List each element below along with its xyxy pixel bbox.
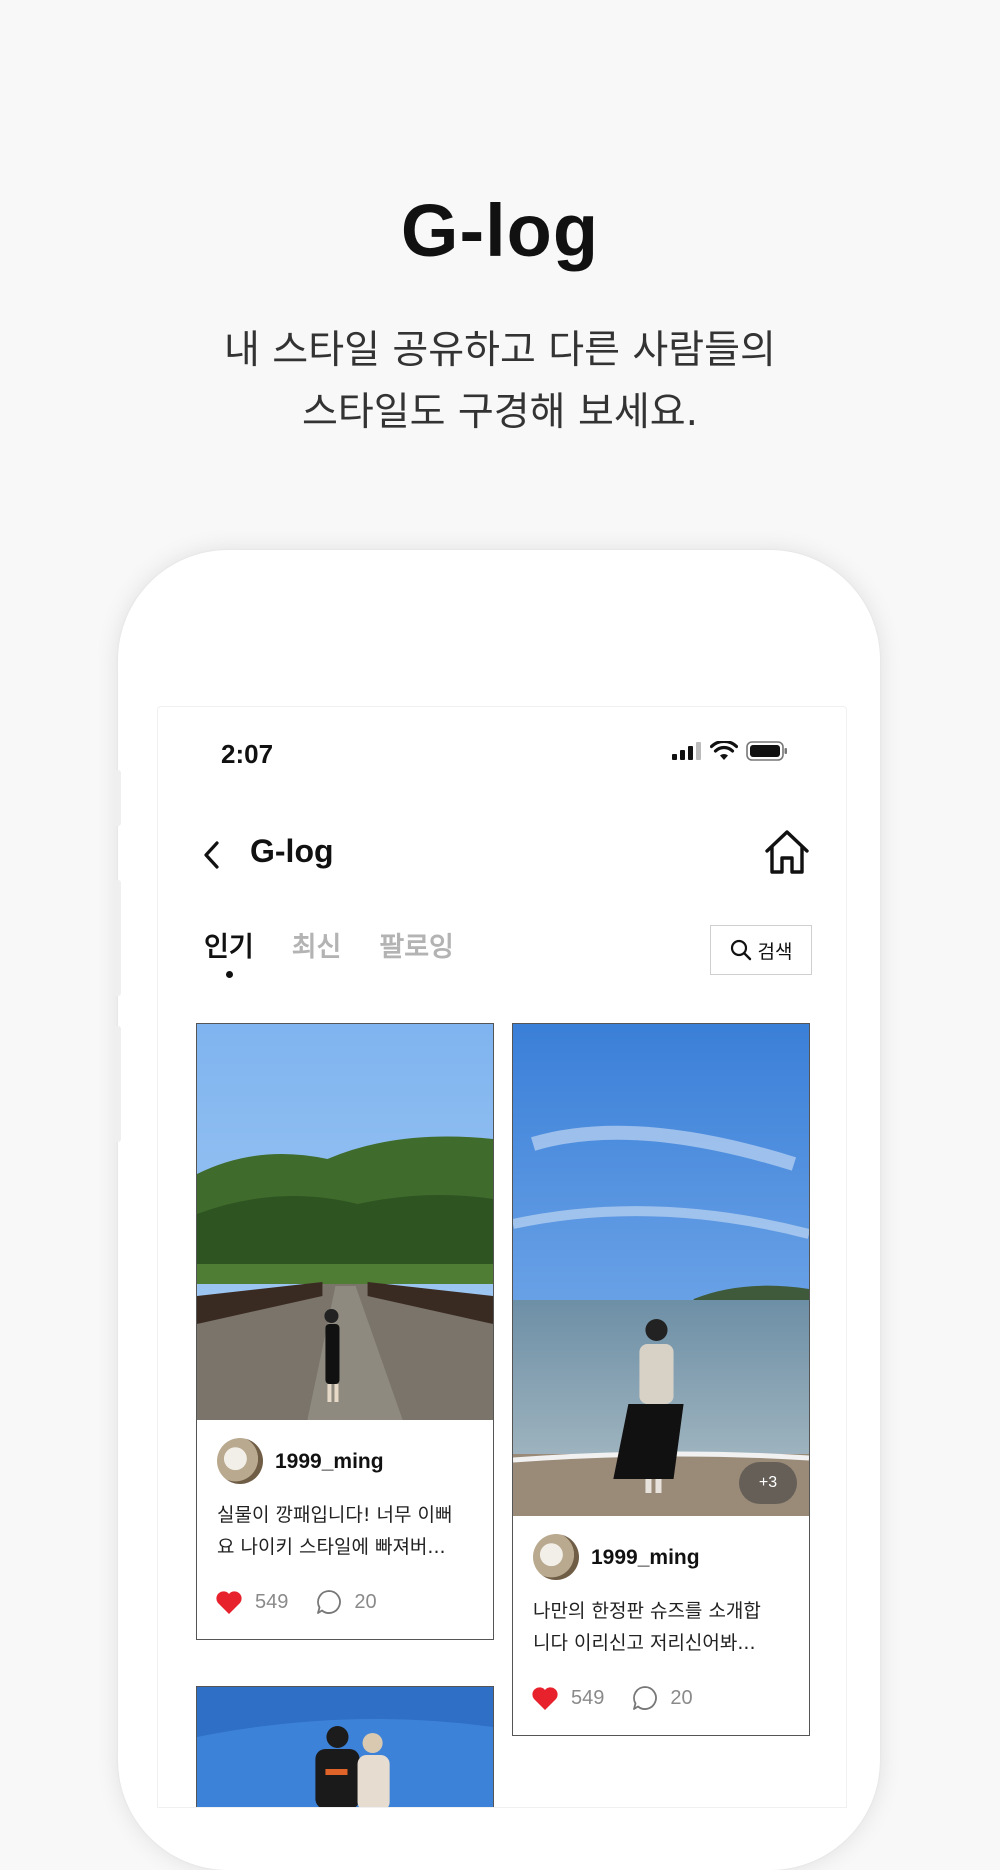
tab-popular[interactable]: 인기 bbox=[204, 925, 254, 978]
home-button[interactable] bbox=[762, 827, 812, 877]
tab-following-label: 팔로잉 bbox=[379, 932, 454, 963]
hero-subtitle-line-1: 내 스타일 공유하고 다른 사람들의 bbox=[224, 328, 776, 373]
comment-icon[interactable] bbox=[632, 1685, 658, 1711]
status-time: 2:07 bbox=[221, 739, 274, 769]
like-count: 549 bbox=[255, 1590, 289, 1613]
chevron-left-icon bbox=[204, 841, 219, 869]
heart-icon[interactable] bbox=[215, 1590, 243, 1615]
tab-bar: 인기 최신 팔로잉 bbox=[204, 925, 492, 978]
app-title: G-log bbox=[250, 833, 334, 869]
hero-subtitle: 내 스타일 공유하고 다른 사람들의 스타일도 구경해 보세요. bbox=[0, 320, 1000, 444]
phone-volume-down-button bbox=[113, 1026, 121, 1142]
tab-popular-label: 인기 bbox=[204, 932, 254, 963]
tab-latest-label: 최신 bbox=[291, 932, 342, 963]
hero-subtitle-line-2: 스타일도 구경해 보세요. bbox=[302, 390, 698, 435]
active-tab-indicator bbox=[225, 971, 233, 978]
avatar[interactable] bbox=[217, 1438, 263, 1484]
post-caption-line-1: 나만의 한정판 슈즈를 소개합 bbox=[533, 1600, 761, 1622]
avatar[interactable] bbox=[533, 1534, 579, 1580]
post-caption-line-1: 실물이 깡패입니다! 너무 이뻐 bbox=[217, 1504, 453, 1526]
post-card[interactable]: +3 1999_ming 나만의 한정판 슈즈를 소개합 니다 이리신고 저리신… bbox=[512, 1023, 810, 1736]
search-button[interactable]: 검색 bbox=[710, 925, 812, 975]
status-icons bbox=[672, 741, 788, 761]
comment-icon[interactable] bbox=[316, 1589, 342, 1615]
post-image bbox=[513, 1024, 809, 1516]
signal-icon bbox=[672, 742, 701, 760]
post-meta: 1999_ming 실물이 깡패입니다! 너무 이뻐 요 나이키 스타일에 빠져… bbox=[197, 1420, 493, 1639]
more-photos-badge: +3 bbox=[739, 1462, 797, 1504]
search-icon bbox=[730, 939, 751, 961]
comment-count: 20 bbox=[354, 1590, 377, 1613]
post-username[interactable]: 1999_ming bbox=[591, 1546, 700, 1570]
post-image bbox=[197, 1024, 493, 1420]
home-icon bbox=[765, 830, 809, 874]
post-card[interactable]: 1999_ming 실물이 깡패입니다! 너무 이뻐 요 나이키 스타일에 빠져… bbox=[196, 1023, 494, 1640]
post-stats: 549 20 bbox=[531, 1685, 721, 1711]
heart-icon[interactable] bbox=[531, 1686, 559, 1711]
tab-following[interactable]: 팔로잉 bbox=[379, 925, 454, 964]
phone-screen: 2:07 G-log 인기 최신 팔로잉 검색 1999_ming 실물이 깡패… bbox=[157, 706, 847, 1808]
post-stats: 549 20 bbox=[215, 1589, 405, 1615]
post-meta: 1999_ming 나만의 한정판 슈즈를 소개합 니다 이리신고 저리신어봐.… bbox=[513, 1516, 809, 1735]
comment-count: 20 bbox=[670, 1686, 693, 1709]
back-button[interactable] bbox=[192, 835, 232, 875]
hero-title: G-log bbox=[400, 189, 600, 272]
battery-icon bbox=[746, 741, 787, 761]
phone-side-button bbox=[113, 770, 121, 826]
post-caption: 실물이 깡패입니다! 너무 이뻐 요 나이키 스타일에 빠져버... bbox=[217, 1499, 469, 1563]
phone-volume-up-button bbox=[113, 880, 121, 996]
wifi-icon bbox=[710, 741, 738, 760]
like-count: 549 bbox=[571, 1686, 605, 1709]
post-caption: 나만의 한정판 슈즈를 소개합 니다 이리신고 저리신어봐... bbox=[533, 1595, 785, 1659]
tab-latest[interactable]: 최신 bbox=[292, 925, 342, 964]
post-caption-line-2: 니다 이리신고 저리신어봐... bbox=[533, 1632, 756, 1654]
post-card[interactable] bbox=[196, 1686, 494, 1807]
search-label: 검색 bbox=[757, 940, 793, 963]
post-image bbox=[197, 1687, 493, 1807]
post-caption-line-2: 요 나이키 스타일에 빠져버... bbox=[217, 1536, 446, 1558]
post-username[interactable]: 1999_ming bbox=[275, 1450, 384, 1474]
